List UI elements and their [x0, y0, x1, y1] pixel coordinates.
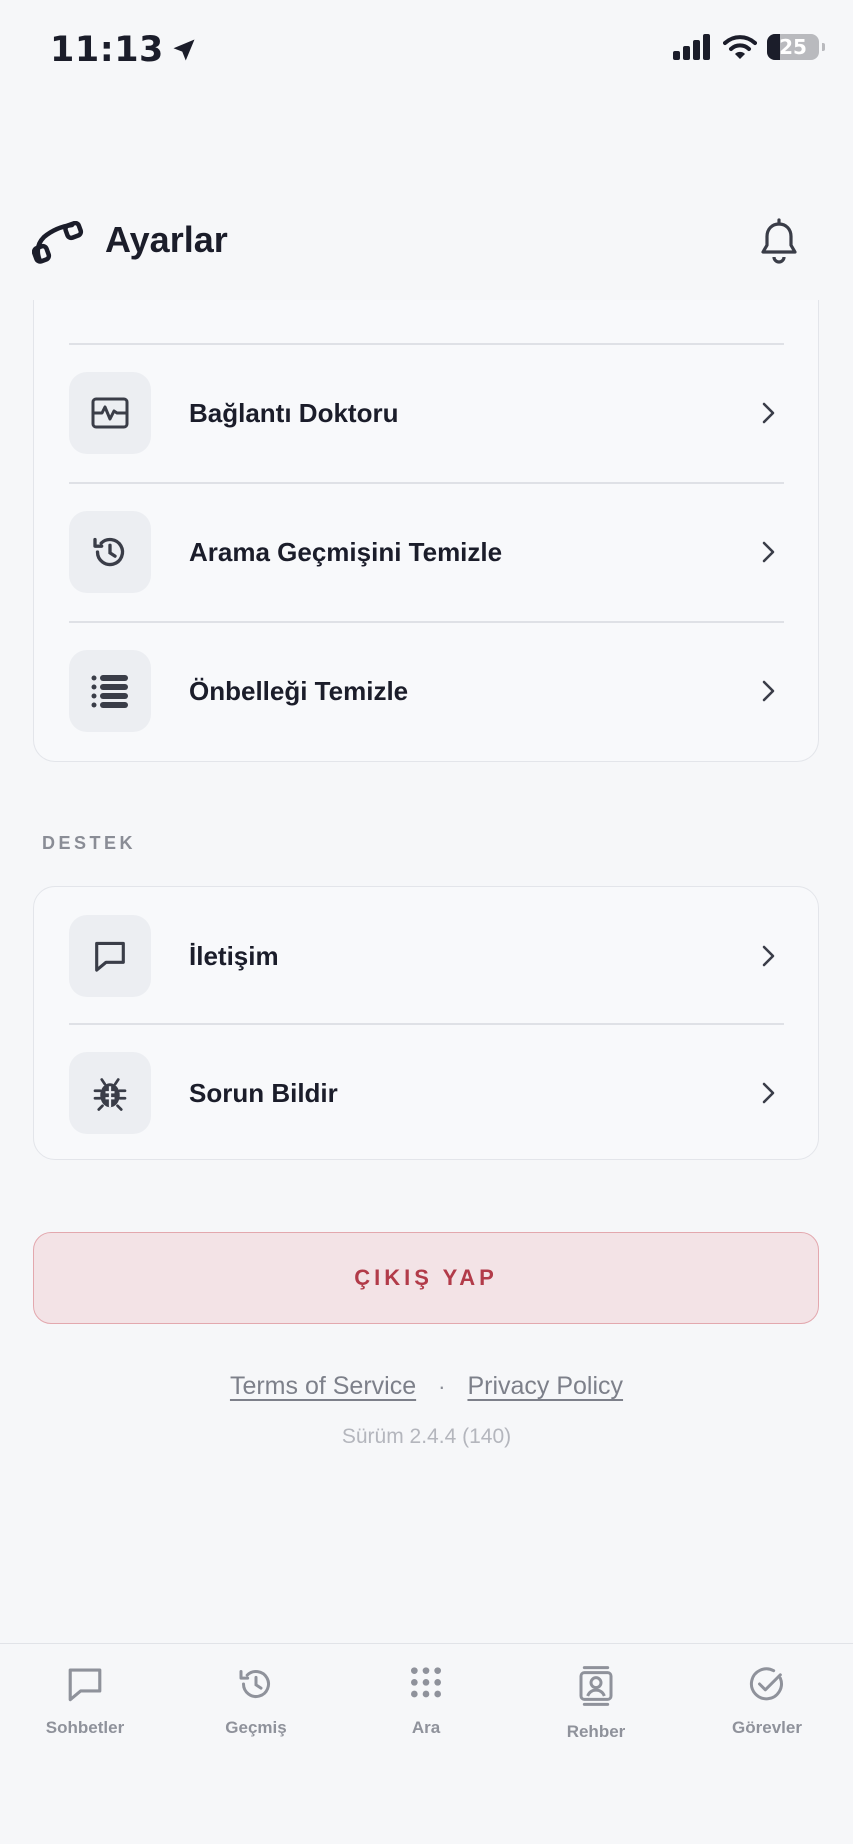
tab-label: Görevler [732, 1718, 802, 1737]
history-icon [93, 537, 125, 567]
chevron-right-icon [762, 402, 775, 424]
row-clear-call-history[interactable]: Arama Geçmişini Temizle [69, 483, 784, 621]
legal-links: Terms of Service · Privacy Policy [0, 1372, 853, 1401]
status-bar: 11:13 25 [0, 0, 853, 104]
status-indicators: 25 [673, 34, 825, 60]
row-label: Önbelleği Temizle [189, 675, 409, 706]
row-label: Sorun Bildir [189, 1077, 338, 1108]
tab-contacts[interactable]: Rehber [511, 1664, 681, 1764]
battery-level: 25 [779, 35, 807, 59]
tab-label: Geçmiş [225, 1718, 287, 1737]
activity-monitor-icon [91, 397, 129, 429]
history-icon [239, 1670, 270, 1698]
row-connection-doctor[interactable]: Bağlantı Doktoru [69, 344, 784, 482]
contacts-icon [579, 1666, 613, 1706]
list-icon [91, 675, 128, 708]
tab-label: Sohbetler [45, 1718, 125, 1737]
app-header: Ayarlar [0, 205, 853, 277]
link-separator: · [438, 1373, 446, 1399]
phone-logo-icon [32, 221, 84, 264]
status-time: 11:13 [50, 30, 198, 70]
bug-icon [93, 1078, 127, 1111]
check-circle-icon [749, 1667, 783, 1701]
section-title-support: DESTEK [42, 833, 137, 853]
support-card: İletişim Sorun Bildir [33, 886, 819, 1160]
location-arrow-icon [173, 39, 195, 61]
status-time-text: 11:13 [50, 30, 164, 70]
chevron-right-icon [762, 541, 775, 563]
page-title: Ayarlar [105, 219, 228, 260]
row-clear-cache[interactable]: Önbelleği Temizle [69, 622, 784, 760]
row-report-problem[interactable]: Sorun Bildir [69, 1024, 784, 1162]
logout-button[interactable]: ÇIKIŞ YAP [33, 1232, 819, 1324]
battery-indicator: 25 [767, 34, 825, 60]
dialpad-icon [411, 1667, 441, 1698]
icon-box [69, 915, 151, 997]
row-label: Arama Geçmişini Temizle [189, 536, 503, 567]
bottom-tab-bar: Sohbetler Geçmiş Ara Rehber Görevler [0, 1643, 853, 1844]
row-label: Bağlantı Doktoru [189, 397, 399, 428]
icon-box [69, 1052, 151, 1134]
row-label: İletişim [189, 940, 279, 971]
tools-card: Bağlantı Doktoru Arama Geçmişini Temizle… [33, 300, 819, 762]
icon-box [69, 372, 151, 454]
chat-icon [68, 1668, 102, 1702]
row-contact[interactable]: İletişim [69, 887, 784, 1025]
tab-tasks[interactable]: Görevler [682, 1664, 852, 1764]
terms-of-service-link[interactable]: Terms of Service [230, 1372, 416, 1401]
notification-bell-icon[interactable] [755, 217, 803, 267]
app-version: Sürüm 2.4.4 (140) [341, 1425, 512, 1448]
message-icon [95, 941, 125, 972]
tab-history[interactable]: Geçmiş [171, 1664, 341, 1764]
chevron-right-icon [762, 945, 775, 967]
chevron-right-icon [762, 680, 775, 702]
wifi-icon [723, 35, 757, 59]
icon-box [69, 511, 151, 593]
privacy-policy-link[interactable]: Privacy Policy [467, 1372, 623, 1401]
icon-box [69, 650, 151, 732]
tab-dial[interactable]: Ara [341, 1664, 511, 1764]
cellular-signal-icon [673, 34, 710, 60]
tab-label: Rehber [566, 1722, 626, 1741]
chevron-right-icon [762, 1082, 775, 1104]
tab-label: Ara [411, 1718, 441, 1737]
tab-chats[interactable]: Sohbetler [0, 1664, 170, 1764]
